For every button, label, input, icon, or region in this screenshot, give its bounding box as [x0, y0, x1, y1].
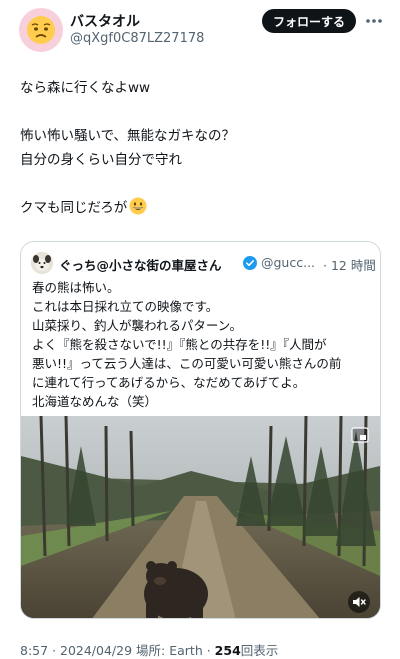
tweet-line-last: クマも同じだろが — [20, 196, 380, 220]
avatar[interactable] — [19, 8, 63, 52]
mute-button[interactable] — [348, 591, 370, 613]
mute-icon — [353, 597, 366, 607]
quoted-line: 北海道なめんな（笑） — [32, 394, 158, 409]
views-count: 254 — [214, 643, 241, 658]
quoted-line: よく『熊を殺さないで!!』『熊との共存を!!』『人間が — [32, 337, 327, 352]
tweet-line: クマも同じだろが — [20, 200, 128, 216]
grinning-face-emoji-icon — [129, 197, 147, 215]
picture-in-picture-icon[interactable] — [351, 427, 369, 443]
quoted-line: これは本日採れ立ての映像です。 — [32, 299, 219, 314]
video-thumbnail — [21, 416, 380, 618]
follow-button[interactable]: フォローする — [262, 9, 356, 33]
more-dots-icon — [366, 19, 382, 23]
location: 場所: Earth · — [136, 643, 211, 658]
timestamp[interactable]: 8:57 · 2024/04/29 — [20, 643, 132, 658]
worried-face-emoji-icon — [27, 16, 55, 44]
tweet-line: 自分の身くらい自分で守れ — [20, 152, 182, 168]
quoted-timestamp[interactable]: · 12 時間 — [323, 255, 376, 274]
more-options-button[interactable] — [364, 11, 384, 31]
quoted-line: に連れて行ってあげるから、なだめてあげてよ。 — [32, 375, 306, 390]
quoted-text: 春の熊は怖い。 これは本日採れ立ての映像です。 山菜採り、釣人が襲われるパターン… — [32, 278, 372, 411]
views-label: 回表示 — [240, 643, 279, 658]
dog-avatar-icon — [31, 252, 53, 274]
quoted-tweet[interactable]: ぐっち@小さな街の車屋さん @gucc... · 12 時間 春の熊は怖い。 こ… — [20, 241, 381, 619]
tweet-line: 怖い怖い騒いで、無能なガキなの？ — [20, 128, 236, 144]
quoted-display-name[interactable]: ぐっち@小さな街の車屋さん — [59, 255, 222, 274]
quoted-handle[interactable]: @gucc... — [261, 255, 315, 270]
quoted-avatar[interactable] — [31, 252, 53, 274]
quoted-line: 山菜採り、釣人が襲われるパターン。 — [32, 318, 243, 333]
user-handle[interactable]: @qXgf0C87LZ27178 — [70, 31, 204, 46]
tweet-meta: 8:57 · 2024/04/29 場所: Earth · 254回表示 — [20, 640, 278, 659]
quoted-line: 悪い!!』って云う人達は、この可愛い可愛い熊さんの前 — [32, 356, 342, 371]
video-player[interactable] — [21, 416, 380, 618]
tweet-text: なら森に行くなよww 怖い怖い騒いで、無能なガキなの？ 自分の身くらい自分で守れ… — [20, 76, 380, 220]
display-name[interactable]: バスタオル — [70, 11, 140, 31]
verified-badge-icon — [243, 256, 257, 270]
tweet-header: バスタオル @qXgf0C87LZ27178 フォローする — [0, 0, 400, 62]
quoted-line: 春の熊は怖い。 — [32, 280, 120, 295]
tweet-line: なら森に行くなよww — [20, 80, 151, 96]
quoted-tweet-header: ぐっち@小さな街の車屋さん @gucc... · 12 時間 — [31, 252, 376, 276]
